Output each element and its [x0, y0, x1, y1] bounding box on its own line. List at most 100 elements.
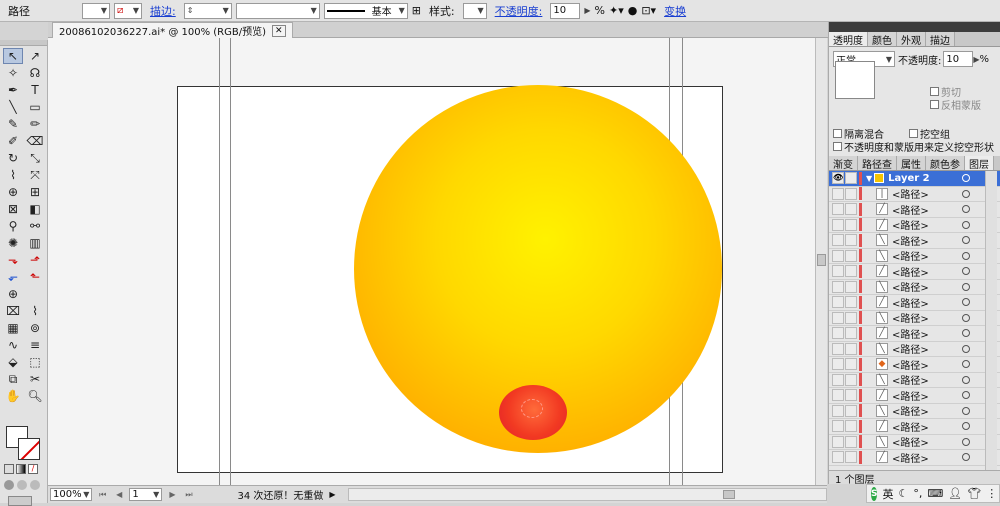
stroke-link[interactable]: 描边: — [146, 3, 180, 19]
screen-mode-button[interactable] — [8, 496, 32, 506]
free-transform-tool-icon[interactable]: ⤧ — [25, 167, 45, 183]
tab-layers[interactable]: 图层 — [965, 156, 994, 170]
layer-item-row[interactable]: ╱ <路径> — [829, 218, 1000, 233]
paintbrush-tool-icon[interactable]: ✎ — [3, 116, 23, 132]
target-icon[interactable] — [962, 267, 970, 276]
list-tool-icon[interactable]: ≡ — [25, 337, 45, 353]
envelope-tool-icon[interactable]: ⌧ — [3, 303, 23, 319]
column-graph-tool-icon[interactable]: ▥ — [25, 235, 45, 251]
first-page-icon[interactable]: ⏮ — [96, 488, 108, 501]
layer-item-row[interactable]: ╱ <路径> — [829, 202, 1000, 218]
eyedropper-tool-icon[interactable]: ⚲ — [3, 218, 23, 234]
none-mode-icon[interactable]: / — [28, 464, 38, 474]
horizontal-scrollbar[interactable] — [347, 488, 828, 501]
hand-tool-icon[interactable]: ✋ — [3, 388, 23, 404]
polar-grid-tool-icon[interactable]: ⊚ — [25, 320, 45, 336]
next-page-icon[interactable]: ▶ — [166, 488, 178, 501]
target-icon[interactable] — [962, 406, 970, 415]
target-icon[interactable] — [962, 329, 970, 338]
page-select[interactable]: 1 ▼ — [129, 488, 163, 501]
target-icon[interactable] — [962, 437, 970, 446]
guide-line[interactable] — [230, 38, 231, 485]
moon-icon[interactable]: ☾ — [898, 487, 908, 500]
live-paint-select-icon[interactable]: ⬏ — [25, 252, 45, 268]
target-icon[interactable] — [962, 298, 970, 307]
red-blob-shape[interactable] — [499, 385, 567, 440]
toolbox-icon[interactable]: ⋮⋮ — [986, 487, 1000, 500]
target-icon[interactable] — [962, 205, 970, 214]
paint-bucket-tool-icon[interactable]: ⬙ — [3, 354, 23, 370]
vertical-scrollbar[interactable] — [815, 38, 827, 485]
warp-mesh-tool-icon[interactable]: ⌇ — [25, 303, 45, 319]
zoom-select[interactable]: 100% ▼ — [50, 488, 93, 501]
layer-item-row[interactable]: ╲ <路径> — [829, 373, 1000, 388]
smooth-tool-icon[interactable]: ∿ — [3, 337, 23, 353]
measure-tool-icon[interactable]: ⬚ — [25, 354, 45, 370]
artboard-tool-icon[interactable]: ⧉ — [3, 371, 23, 387]
selection-tool-icon[interactable]: ↖ — [3, 48, 23, 64]
close-icon[interactable]: ✕ — [272, 24, 286, 37]
scroll-thumb[interactable] — [817, 254, 826, 266]
anchor-tool-icon[interactable]: ⬑ — [25, 269, 45, 285]
panel-opacity-field[interactable]: 10 — [943, 51, 974, 67]
tab-attributes[interactable]: 属性 — [897, 156, 926, 170]
target-icon[interactable] — [962, 251, 970, 260]
skin-icon[interactable]: 👕︎ — [967, 487, 981, 500]
stroke-swatch[interactable]: ⧄ ▼ — [114, 2, 142, 19]
width-tool-icon[interactable]: ⬐ — [3, 269, 23, 285]
magic-wand-tool-icon[interactable]: ✧ — [3, 65, 23, 81]
punctuation-icon[interactable]: °, — [913, 487, 922, 500]
direct-selection-tool-icon[interactable]: ↗ — [25, 48, 45, 64]
type-tool-icon[interactable]: T — [25, 82, 45, 98]
opacity-mask-option[interactable]: 不透明度和蒙版用来定义挖空形状 — [833, 139, 994, 154]
opacity-link[interactable]: 不透明度: — [491, 3, 547, 19]
opacity-field[interactable]: 10 — [550, 2, 581, 19]
layer-item-row[interactable]: ╱ <路径> — [829, 388, 1000, 404]
invert-mask-option[interactable]: 反相蒙版 — [930, 97, 981, 112]
pencil-tool-icon[interactable]: ✏ — [25, 116, 45, 132]
lock-toggle[interactable] — [845, 172, 857, 185]
align-icon[interactable]: ⊡▾ — [641, 4, 656, 17]
layer-item-row[interactable]: | <路径> — [829, 187, 1000, 202]
pen-tool-icon[interactable]: ✒ — [3, 82, 23, 98]
symbol-tool-icon[interactable]: ⊕ — [3, 286, 23, 302]
grid-tool-icon[interactable]: ▦ — [3, 320, 23, 336]
layer-item-row[interactable]: ╲ <路径> — [829, 342, 1000, 357]
layer-item-row[interactable]: ╲ <路径> — [829, 435, 1000, 450]
target-icon[interactable] — [962, 344, 970, 353]
target-icon[interactable] — [962, 422, 970, 431]
stroke-swatch-large[interactable] — [18, 438, 40, 460]
symbol-sprayer-tool-icon[interactable]: ✺ — [3, 235, 23, 251]
tab-gradient[interactable]: 渐变 — [829, 156, 858, 170]
canvas[interactable] — [48, 38, 815, 485]
layer-item-row[interactable]: ╱ <路径> — [829, 326, 1000, 342]
layer-item-row[interactable]: ╲ <路径> — [829, 249, 1000, 264]
brush-select[interactable]: 基本 ▼ — [323, 2, 408, 19]
rectangle-tool-icon[interactable]: ▭ — [25, 99, 45, 115]
layer-item-row[interactable]: ◆ <路径> — [829, 357, 1000, 373]
layer-item-row[interactable]: ╱ <路径> — [829, 264, 1000, 280]
target-icon[interactable] — [962, 174, 970, 183]
tab-stroke[interactable]: 描边 — [926, 32, 955, 46]
stroke-weight-field[interactable]: ⇕ ▼ — [183, 2, 232, 19]
scale-tool-icon[interactable]: ⤡ — [25, 150, 45, 166]
target-icon[interactable] — [962, 313, 970, 322]
layer-item-row[interactable]: ╱ <路径> — [829, 419, 1000, 435]
lasso-tool-icon[interactable]: ☊ — [25, 65, 45, 81]
appearance-icon[interactable]: ● — [628, 4, 638, 17]
target-icon[interactable] — [962, 220, 970, 229]
last-page-icon[interactable]: ⏭ — [183, 488, 195, 501]
layer-item-row[interactable]: ╲ <路径> — [829, 233, 1000, 249]
guide-line[interactable] — [219, 38, 220, 485]
transform-link[interactable]: 变换 — [660, 3, 690, 19]
recolor-icon[interactable]: ⊞ — [412, 4, 421, 17]
color-mode-icon[interactable] — [4, 464, 14, 474]
slice-tool-icon[interactable]: ✂ — [25, 371, 45, 387]
blend-tool-icon[interactable]: ⚯ — [25, 218, 45, 234]
fill-swatch[interactable]: ▼ — [82, 2, 110, 19]
target-icon[interactable] — [962, 453, 970, 462]
tab-pathfinder[interactable]: 路径查 — [858, 156, 897, 170]
rotate-tool-icon[interactable]: ↻ — [3, 150, 23, 166]
zoom-tool-icon[interactable]: 🔍︎ — [25, 388, 45, 404]
status-info[interactable]: 34 次还原！无重做 ▶ — [203, 488, 338, 502]
